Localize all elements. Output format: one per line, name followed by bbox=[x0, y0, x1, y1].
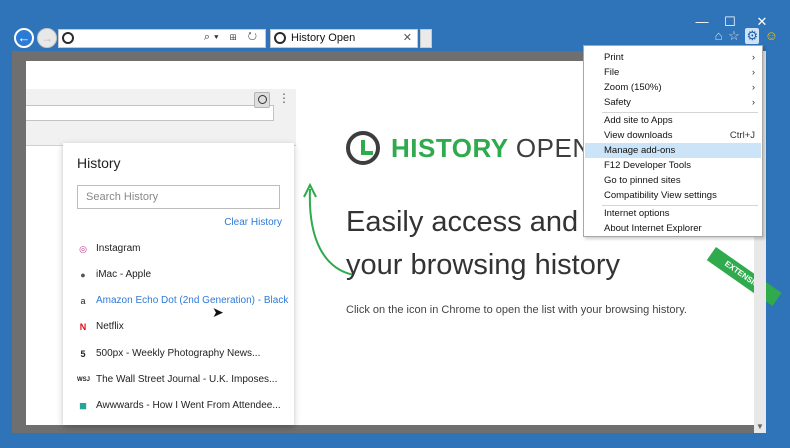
clear-history-link: Clear History bbox=[224, 217, 282, 228]
mouse-cursor-icon: ➤ bbox=[212, 304, 224, 320]
history-item-label: Netflix bbox=[96, 321, 124, 332]
browser-window: — ☐ ✕ ← → ⌕▾ ⊞ ↻ History Open ✕ ⌂ ☆ ⚙ ☺ … bbox=[0, 0, 790, 448]
history-item: N Netflix bbox=[77, 321, 281, 335]
tab-close-icon[interactable]: ✕ bbox=[403, 31, 412, 44]
menu-item-file[interactable]: File › bbox=[585, 65, 761, 80]
address-tools[interactable]: ⌕▾ ⊞ ↻ bbox=[204, 31, 261, 44]
history-item-label: Awwwards - How I Went From Attendee... bbox=[96, 400, 281, 411]
menu-item-safety[interactable]: Safety › bbox=[585, 95, 761, 110]
history-open-logo-icon bbox=[346, 131, 380, 165]
menu-item-zoom[interactable]: Zoom (150%) › bbox=[585, 80, 761, 95]
site-clock-icon bbox=[62, 32, 74, 44]
subtext: Click on the icon in Chrome to open the … bbox=[346, 304, 687, 316]
history-open-logo: HISTORY OPEN bbox=[391, 133, 592, 164]
forward-button[interactable]: → bbox=[37, 28, 57, 48]
logo-open: OPEN bbox=[515, 133, 592, 163]
netflix-icon: N bbox=[79, 322, 87, 332]
menu-item-about-internet-explorer[interactable]: About Internet Explorer bbox=[585, 221, 761, 236]
menu-item-label: Safety bbox=[604, 97, 631, 108]
history-item-label: Instagram bbox=[96, 243, 141, 254]
history-item: ■ Awwwards - How I Went From Attendee... bbox=[77, 398, 281, 414]
menu-item-label: About Internet Explorer bbox=[604, 223, 702, 234]
history-item: ● iMac - Apple bbox=[77, 269, 281, 283]
menu-item-add-site-to-apps[interactable]: Add site to Apps bbox=[585, 113, 761, 128]
tab-title: History Open bbox=[291, 32, 356, 44]
back-button[interactable]: ← bbox=[14, 28, 34, 48]
menu-item-label: Go to pinned sites bbox=[604, 175, 681, 186]
tools-menu: Print › File › Zoom (150%) › Safety › Add si… bbox=[583, 45, 763, 237]
gear-icon[interactable]: ⚙ bbox=[745, 28, 760, 44]
history-item: WSJ The Wall Street Journal - U.K. Impos… bbox=[77, 374, 281, 388]
new-tab-button[interactable] bbox=[420, 29, 432, 48]
submenu-arrow-icon: › bbox=[751, 67, 755, 78]
awwwards-icon: ■ bbox=[79, 398, 87, 413]
history-popup: History Search History Clear History ◎ I… bbox=[63, 143, 294, 425]
menu-item-label: Print bbox=[604, 52, 624, 63]
extension-clock-icon bbox=[254, 92, 270, 108]
chrome-mock-urlbar bbox=[26, 105, 274, 121]
500px-icon: 5 bbox=[80, 349, 86, 359]
history-item-label: 500px - Weekly Photography News... bbox=[96, 348, 261, 359]
history-item-label: iMac - Apple bbox=[96, 269, 152, 280]
search-history-input: Search History bbox=[77, 185, 280, 209]
menu-item-view-downloads[interactable]: View downloads Ctrl+J bbox=[585, 128, 761, 143]
submenu-arrow-icon: › bbox=[751, 52, 755, 63]
home-icon[interactable]: ⌂ bbox=[715, 28, 723, 43]
toolbar-right-icons: ⌂ ☆ ⚙ ☺ bbox=[713, 28, 778, 44]
wsj-icon: WSJ bbox=[77, 377, 91, 383]
tab-clock-icon bbox=[274, 32, 286, 44]
menu-item-internet-options[interactable]: Internet options bbox=[585, 206, 761, 221]
menu-item-label: Add site to Apps bbox=[604, 115, 673, 126]
amazon-icon: a bbox=[80, 296, 86, 306]
menu-item-label: Zoom (150%) bbox=[604, 82, 662, 93]
submenu-arrow-icon: › bbox=[751, 82, 755, 93]
popup-title: History bbox=[77, 155, 121, 171]
history-item: ◎ Instagram bbox=[77, 243, 281, 257]
feedback-smiley-icon[interactable]: ☺ bbox=[765, 28, 778, 43]
instagram-icon: ◎ bbox=[79, 244, 87, 254]
menu-item-label: Internet options bbox=[604, 208, 670, 219]
menu-item-go-to-pinned-sites[interactable]: Go to pinned sites bbox=[585, 173, 761, 188]
menu-item-label: Compatibility View settings bbox=[604, 190, 717, 201]
menu-item-label: File bbox=[604, 67, 620, 78]
history-item-label: Amazon Echo Dot (2nd Generation) - Black bbox=[96, 295, 289, 306]
logo-brand: HISTORY bbox=[391, 133, 509, 163]
tab-history-open[interactable]: History Open ✕ bbox=[270, 29, 418, 48]
submenu-arrow-icon: › bbox=[751, 97, 755, 108]
favorites-star-icon[interactable]: ☆ bbox=[728, 28, 740, 44]
headline-line-2: your browsing history bbox=[346, 249, 620, 281]
history-item: a Amazon Echo Dot (2nd Generation) - Bla… bbox=[77, 295, 288, 309]
menu-item-label: View downloads bbox=[604, 130, 673, 141]
menu-item-label: F12 Developer Tools bbox=[604, 160, 691, 171]
menu-item-label: Manage add-ons bbox=[604, 145, 676, 156]
apple-icon: ● bbox=[80, 270, 86, 280]
menu-item-compatibility-view-settings[interactable]: Compatibility View settings bbox=[585, 188, 761, 203]
scroll-down-icon[interactable]: ▼ bbox=[756, 422, 764, 431]
menu-shortcut: Ctrl+J bbox=[729, 130, 755, 141]
history-item-label: The Wall Street Journal - U.K. Imposes..… bbox=[96, 374, 278, 385]
menu-item-print[interactable]: Print › bbox=[585, 50, 761, 65]
menu-item-f12-developer-tools[interactable]: F12 Developer Tools bbox=[585, 158, 761, 173]
chrome-menu-icon: ⋮ bbox=[278, 91, 290, 105]
history-item: 5 500px - Weekly Photography News... bbox=[77, 348, 281, 362]
address-bar[interactable]: ⌕▾ ⊞ ↻ bbox=[58, 29, 266, 48]
menu-item-manage-add-ons[interactable]: Manage add-ons bbox=[585, 143, 761, 158]
